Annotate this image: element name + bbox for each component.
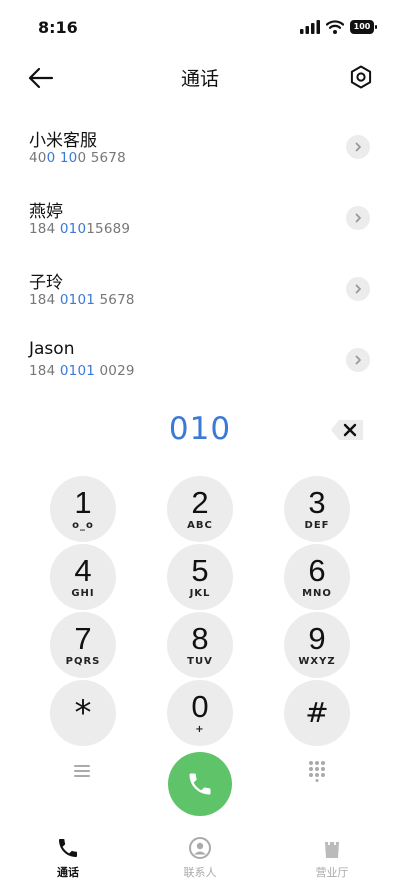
contact-number: 184 01015689 (29, 221, 131, 237)
contact-detail-button[interactable] (346, 135, 370, 159)
contact-number: 400 100 5678 (29, 150, 126, 166)
contacts-icon (189, 837, 211, 859)
contact-detail-button[interactable] (346, 277, 370, 301)
tab-calls[interactable]: 通话 (18, 836, 118, 880)
menu-button[interactable] (72, 762, 94, 780)
contact-number: 184 0101 5678 (29, 292, 135, 308)
dial-display: 010 (0, 405, 400, 455)
status-bar: 8:16 100 (0, 0, 400, 56)
tab-label: 通话 (57, 866, 79, 879)
gear-icon (350, 65, 372, 89)
battery-icon: 100 (350, 20, 377, 34)
page-title: 通话 (180, 68, 219, 90)
backspace-icon (331, 420, 363, 440)
key-star[interactable]: * (50, 680, 116, 746)
tab-contacts[interactable]: 联系人 (150, 836, 250, 880)
header: 通话 (0, 56, 400, 100)
keypad-toggle-button[interactable] (307, 760, 327, 782)
store-icon (325, 838, 339, 858)
delete-button[interactable] (330, 419, 364, 441)
battery-level: 100 (353, 22, 371, 31)
chevron-right-icon (355, 355, 361, 365)
contact-name: 子玲 (29, 273, 63, 293)
settings-button[interactable] (348, 64, 374, 90)
contact-detail-button[interactable] (346, 348, 370, 372)
key-hash[interactable]: # (284, 680, 350, 746)
menu-icon (74, 765, 90, 777)
dialpad-icon (309, 761, 325, 782)
contact-name: Jason (29, 339, 75, 359)
tab-label: 营业厅 (315, 866, 349, 879)
tab-store[interactable]: 营业厅 (282, 836, 382, 880)
phone-icon (59, 839, 77, 857)
contact-suggestions: 小米客服 400 100 5678 燕婷 184 01015689 子玲 184… (0, 118, 400, 402)
contact-name: 燕婷 (29, 202, 63, 222)
status-icons: 100 (300, 20, 377, 34)
key-5[interactable]: 5 JKL (167, 544, 233, 610)
key-8[interactable]: 8 TUV (167, 612, 233, 678)
contact-name: 小米客服 (29, 131, 97, 151)
list-item[interactable]: 小米客服 400 100 5678 (0, 118, 400, 189)
key-3[interactable]: 3 DEF (284, 476, 350, 542)
key-9[interactable]: 9 WXYZ (284, 612, 350, 678)
contact-detail-button[interactable] (346, 206, 370, 230)
contact-number: 184 0101 0029 (29, 363, 135, 379)
list-item[interactable]: 子玲 184 0101 5678 (0, 260, 400, 331)
chevron-right-icon (355, 284, 361, 294)
wifi-icon (326, 20, 344, 34)
call-button[interactable] (168, 752, 232, 816)
bottom-nav: 通话 联系人 营业厅 (0, 830, 400, 889)
tab-label: 联系人 (183, 866, 217, 879)
key-7[interactable]: 7 PQRS (50, 612, 116, 678)
chevron-right-icon (355, 142, 361, 152)
chevron-right-icon (355, 213, 361, 223)
key-6[interactable]: 6 MNO (284, 544, 350, 610)
signal-icon (300, 20, 320, 34)
key-4[interactable]: 4 GHI (50, 544, 116, 610)
list-item[interactable]: 燕婷 184 01015689 (0, 189, 400, 260)
key-0[interactable]: 0 + (167, 680, 233, 746)
status-time: 8:16 (38, 18, 78, 37)
key-2[interactable]: 2 ABC (167, 476, 233, 542)
key-1[interactable]: 1 o_o (50, 476, 116, 542)
list-item[interactable]: Jason 184 0101 0029 (0, 331, 400, 402)
phone-icon (189, 773, 211, 795)
